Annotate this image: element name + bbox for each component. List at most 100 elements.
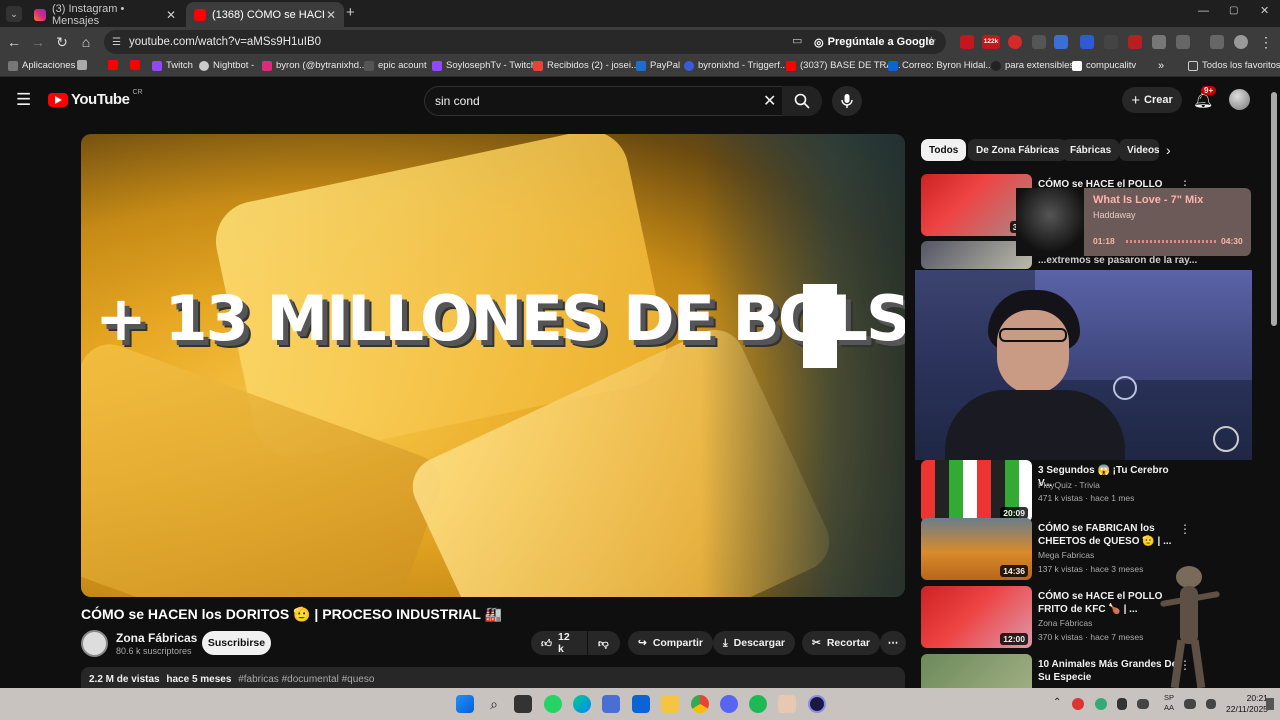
song-progress-bar[interactable] <box>1126 240 1218 243</box>
dislike-button[interactable]: 👎︎ <box>588 631 620 655</box>
share-button[interactable]: ↪ Compartir <box>628 631 713 655</box>
download-button[interactable]: ⤓ Descargar <box>713 631 796 655</box>
screenshot-extension-icon[interactable] <box>1152 35 1166 49</box>
tray-app-icon[interactable] <box>1072 698 1084 710</box>
like-button[interactable]: 👍︎ 12 k <box>531 631 587 655</box>
task-view-icon[interactable] <box>514 695 532 713</box>
mic-tray-icon[interactable] <box>1117 698 1127 710</box>
url-input[interactable]: ☰ youtube.com/watch?v=aMSs9H1uIB0 ▭ ◎ Pr… <box>104 30 946 54</box>
notification-center-icon[interactable] <box>1266 698 1274 710</box>
all-favorites-folder[interactable]: Todos los favoritos <box>1188 60 1280 71</box>
bookmark-grid[interactable] <box>77 60 87 70</box>
bookmark-triggerfyre[interactable]: byronixhd - Triggerf... <box>684 60 788 71</box>
home-icon[interactable]: ⌂ <box>76 32 96 52</box>
grid-extension-icon[interactable] <box>1032 35 1046 49</box>
account-avatar[interactable] <box>1229 89 1250 110</box>
app-icon[interactable] <box>778 695 796 713</box>
chrome-icon[interactable] <box>691 695 709 713</box>
bookmarks-more-button[interactable]: » <box>1158 60 1164 72</box>
notifications-button[interactable]: 🔔︎ 9+ <box>1193 86 1217 110</box>
chip-all[interactable]: Todos <box>921 139 967 161</box>
recommendation-channel[interactable]: PlayQuiz - Trivia <box>1038 480 1100 490</box>
puzzle-extensions-icon[interactable] <box>1176 35 1190 49</box>
close-icon[interactable]: ✕ <box>166 8 176 22</box>
chip-factories[interactable]: Fábricas <box>1062 139 1120 161</box>
close-icon[interactable]: ✕ <box>326 8 336 22</box>
spotify-icon[interactable] <box>749 695 767 713</box>
video-player[interactable]: + 13 MILLONES DE BOLS <box>81 134 905 597</box>
bookmark-paypal[interactable]: PayPal <box>636 60 680 71</box>
create-button[interactable]: + Crear <box>1122 87 1182 113</box>
cast-icon[interactable]: ▭ <box>792 34 802 47</box>
bookmark-compucalitv[interactable]: compucalitv <box>1072 60 1136 71</box>
bookmark-extensibles[interactable]: para extensibles <box>991 60 1074 71</box>
site-info-icon[interactable]: ☰ <box>112 37 121 48</box>
bookmark-base[interactable]: (3037) BASE DE TRA... <box>786 60 901 71</box>
reload-icon[interactable]: ↻ <box>52 32 72 52</box>
counter-extension-icon[interactable]: 122k <box>982 35 1000 49</box>
bookmark-star-icon[interactable]: ☆ <box>926 34 937 48</box>
recommendation-item[interactable]: 20:09 3 Segundos 😱 ¡Tu Cerebro V... Play… <box>921 460 1251 522</box>
close-window-button[interactable]: ✕ <box>1260 4 1269 17</box>
clip-button[interactable]: ✂ Recortar <box>802 631 880 655</box>
new-tab-button[interactable]: + <box>346 4 355 21</box>
pin-extension-icon[interactable] <box>1056 35 1070 49</box>
more-options-icon[interactable]: ⋮ <box>1179 522 1191 536</box>
music-player-widget[interactable]: What Is Love - 7" Mix Haddaway 01:18 04:… <box>1016 188 1251 256</box>
outlook-icon[interactable] <box>632 695 650 713</box>
more-actions-button[interactable]: ⋯ <box>880 631 906 655</box>
reading-list-icon[interactable] <box>1210 35 1224 49</box>
tab-instagram[interactable]: (3) Instagram • Mensajes ✕ <box>26 2 184 27</box>
recommendation-channel[interactable]: Zona Fábricas <box>1038 618 1092 628</box>
maximize-button[interactable]: ▢ <box>1229 5 1238 16</box>
network-icon[interactable] <box>1184 699 1196 709</box>
edge-icon[interactable] <box>573 695 591 713</box>
discord-icon[interactable] <box>720 695 738 713</box>
bookmark-youtube-2[interactable] <box>130 60 140 70</box>
voice-search-button[interactable] <box>832 86 862 116</box>
file-explorer-icon[interactable] <box>661 695 679 713</box>
recommendation-channel[interactable]: Mega Fabricas <box>1038 550 1094 560</box>
forward-icon[interactable]: → <box>28 32 48 52</box>
channel-avatar[interactable] <box>81 630 108 657</box>
gray-extension-icon[interactable] <box>1104 35 1118 49</box>
page-scrollbar[interactable] <box>1271 92 1277 326</box>
red-bug-extension-icon[interactable] <box>1128 35 1142 49</box>
menu-dots-icon[interactable]: ⋮ <box>1256 32 1276 52</box>
bookmark-apps[interactable]: Aplicaciones <box>8 60 75 71</box>
bookmark-soyloseph[interactable]: SoylosephTv - Twitch <box>432 60 536 71</box>
chip-from-channel[interactable]: De Zona Fábricas <box>968 139 1068 161</box>
volume-icon[interactable] <box>1206 699 1216 709</box>
tray-chevron-icon[interactable]: ⌃ <box>1053 697 1061 708</box>
youtube-logo[interactable]: YouTube CR <box>48 89 143 108</box>
store-icon[interactable] <box>602 695 620 713</box>
profile-avatar-icon[interactable] <box>1234 35 1248 49</box>
bookmark-gmail[interactable]: Recibidos (2) - josei... <box>533 60 639 71</box>
search-button[interactable] <box>782 86 822 116</box>
bookmark-twitch[interactable]: Twitch <box>152 60 193 71</box>
bookmark-epic[interactable]: epic acount <box>364 60 427 71</box>
hashtags[interactable]: #fabricas #documental #queso <box>238 674 374 685</box>
search-icon[interactable]: ⌕ <box>485 695 503 713</box>
clear-search-icon[interactable]: ✕ <box>763 91 776 111</box>
tab-youtube[interactable]: (1368) CÓMO se HACEN los DO ✕ <box>186 2 344 27</box>
obs-icon[interactable] <box>808 695 826 713</box>
red-extension-icon[interactable] <box>1008 35 1022 49</box>
hamburger-menu-icon[interactable]: ☰ <box>16 90 31 110</box>
subscribe-button[interactable]: Suscribirse <box>202 631 271 655</box>
windows-start-icon[interactable] <box>456 695 474 713</box>
abp-extension-icon[interactable] <box>960 35 974 49</box>
input-language[interactable]: SP AA <box>1164 693 1174 713</box>
clock[interactable]: 20:21 22/11/2025 <box>1226 693 1268 715</box>
tray-app-icon[interactable] <box>1095 698 1107 710</box>
bookmark-nightbot[interactable]: Nightbot - <box>199 60 254 71</box>
search-input[interactable]: sin cond ✕ <box>424 86 822 116</box>
minimize-button[interactable]: — <box>1198 5 1209 17</box>
channel-name[interactable]: Zona Fábricas <box>116 631 197 645</box>
audio-extension-icon[interactable] <box>1080 35 1094 49</box>
tab-search-icon[interactable]: ⌄ <box>6 6 22 22</box>
keyboard-tray-icon[interactable] <box>1137 699 1149 709</box>
bookmark-instagram[interactable]: byron (@bytranixhd... <box>262 60 367 71</box>
bookmark-youtube-1[interactable] <box>108 60 118 70</box>
chevron-right-icon[interactable]: › <box>1166 142 1171 158</box>
